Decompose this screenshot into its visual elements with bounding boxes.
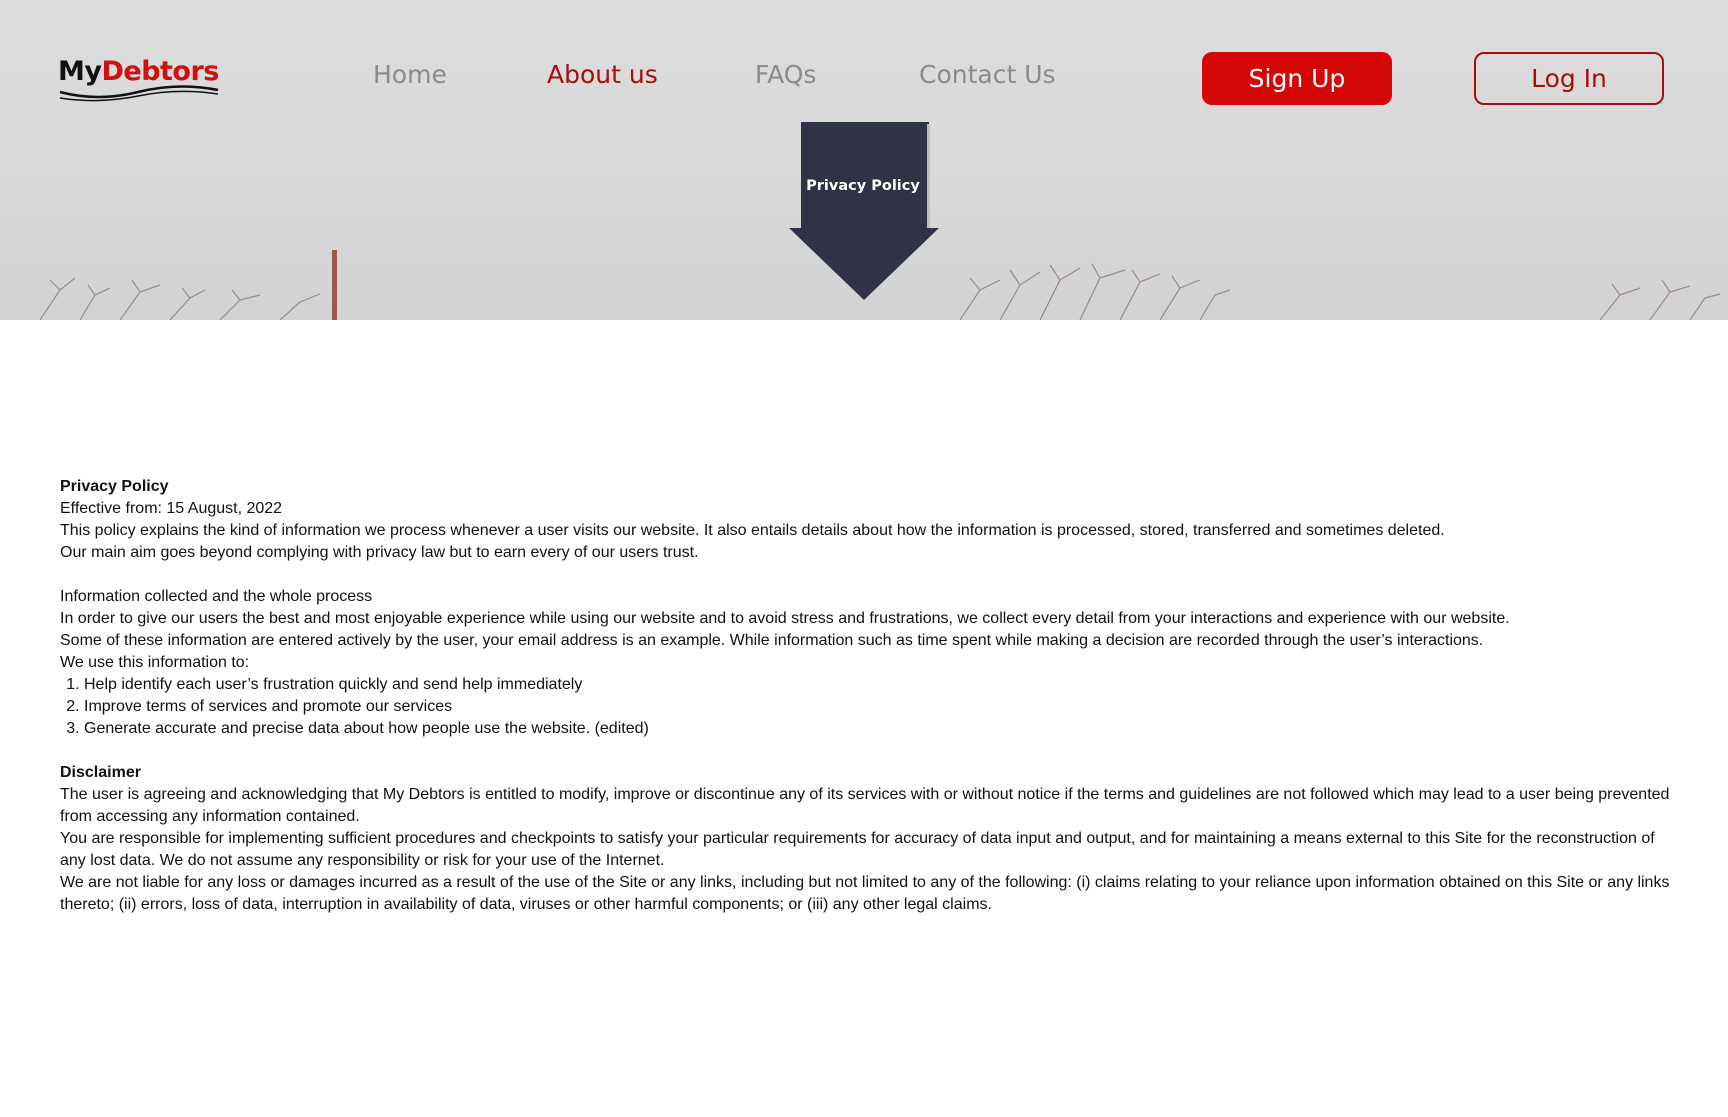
disclaimer-heading: Disclaimer [60, 764, 141, 781]
policy-title: Privacy Policy [60, 478, 169, 495]
nav-home-link[interactable]: Home [373, 60, 447, 89]
intro-paragraph-1: This policy explains the kind of informa… [60, 522, 1445, 539]
sign-up-button[interactable]: Sign Up [1202, 52, 1392, 105]
disclaimer-paragraph-2: You are responsible for implementing suf… [60, 830, 1655, 869]
list-item: Help identify each user’s frustration qu… [84, 674, 1680, 696]
logo-swoosh-icon [59, 85, 219, 102]
list-item: Generate accurate and precise data about… [84, 718, 1680, 740]
disclaimer-paragraph-3: We are not liable for any loss or damage… [60, 874, 1670, 913]
nav-about-us-link[interactable]: About us [547, 60, 658, 89]
info-heading: Information collected and the whole proc… [60, 588, 373, 605]
log-in-button[interactable]: Log In [1474, 52, 1664, 105]
privacy-policy-banner: Privacy Policy [789, 122, 939, 302]
policy-content: Privacy Policy Effective from: 15 August… [60, 476, 1680, 916]
list-item: Improve terms of services and promote ou… [84, 696, 1680, 718]
effective-date: Effective from: 15 August, 2022 [60, 500, 283, 517]
use-list: Help identify each user’s frustration qu… [60, 674, 1680, 740]
info-paragraph-2: Some of these information are entered ac… [60, 632, 1484, 649]
mydebtors-logo[interactable]: MyDebtors [58, 54, 224, 104]
disclaimer-paragraph-1: The user is agreeing and acknowledging t… [60, 786, 1670, 825]
intro-paragraph-2: Our main aim goes beyond complying with … [60, 544, 699, 561]
nav-faqs-link[interactable]: FAQs [755, 60, 816, 89]
banner-label: Privacy Policy [806, 178, 920, 194]
logo-wordmark: MyDebtors [58, 56, 219, 87]
use-heading: We use this information to: [60, 654, 250, 671]
banner-arrow-icon [789, 122, 939, 300]
nav-contact-us-link[interactable]: Contact Us [919, 60, 1056, 89]
info-paragraph-1: In order to give our users the best and … [60, 610, 1510, 627]
